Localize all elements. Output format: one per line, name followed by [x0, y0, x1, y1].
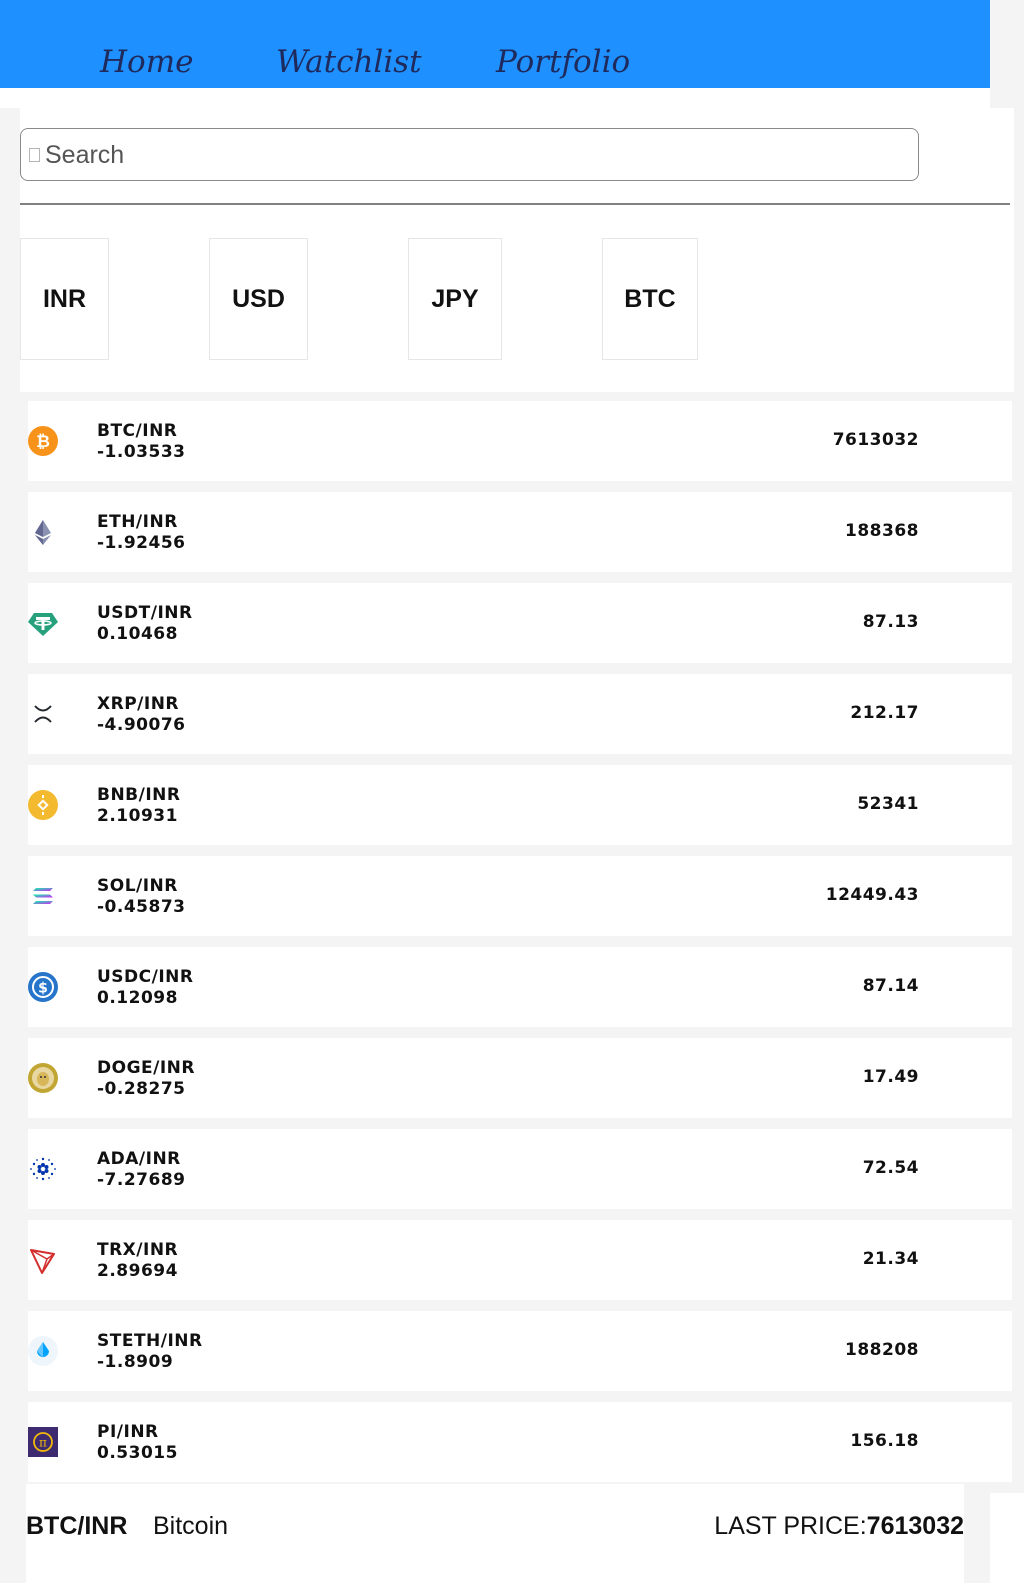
search-input[interactable] [45, 135, 905, 175]
coin-change: 2.89694 [97, 1261, 178, 1281]
coin-price: 87.14 [862, 976, 919, 996]
coin-price: 87.13 [862, 612, 919, 632]
coin-pair: XRP/INR [97, 694, 180, 714]
coin-change: 0.10468 [97, 624, 178, 644]
last-price-label: LAST PRICE: [714, 1512, 867, 1540]
coin-price: 188368 [845, 521, 919, 541]
coin-row-btc[interactable]: ₿ BTC/INR -1.03533 7613032 [28, 401, 1012, 481]
nav-portfolio-link[interactable]: Portfolio [496, 40, 630, 84]
last-price: LAST PRICE:7613032 [714, 1510, 964, 1542]
coin-price: 21.34 [862, 1249, 919, 1269]
usdc-icon: $ [28, 972, 58, 1002]
coin-price: 7613032 [832, 430, 919, 450]
coin-row-ada[interactable]: ADA/INR -7.27689 72.54 [28, 1129, 1012, 1209]
coin-price: 156.18 [850, 1431, 919, 1451]
coin-change: -1.03533 [97, 442, 186, 462]
coin-change: 0.53015 [97, 1443, 178, 1463]
dogecoin-icon [28, 1063, 58, 1093]
coin-row-eth[interactable]: ETH/INR -1.92456 188368 [28, 492, 1012, 572]
coin-pair: USDC/INR [97, 967, 194, 987]
coin-change: -1.8909 [97, 1352, 174, 1372]
tether-icon [28, 608, 58, 638]
coin-change: -0.28275 [97, 1079, 186, 1099]
coin-change: -1.92456 [97, 533, 186, 553]
coin-change: 0.12098 [97, 988, 178, 1008]
coin-pair: TRX/INR [97, 1240, 179, 1260]
coin-row-pi[interactable]: π PI/INR 0.53015 156.18 [28, 1402, 1012, 1482]
nav-home-link[interactable]: Home [100, 40, 193, 84]
coin-pair: PI/INR [97, 1422, 159, 1442]
bitcoin-icon: ₿ [28, 426, 58, 456]
divider [20, 203, 1010, 205]
nav-watchlist-link[interactable]: Watchlist [276, 40, 422, 84]
coin-price: 72.54 [862, 1158, 919, 1178]
last-price-value: 7613032 [866, 1512, 964, 1540]
selected-name: Bitcoin [153, 1512, 229, 1540]
coin-pair: DOGE/INR [97, 1058, 195, 1078]
coin-row-usdc[interactable]: $ USDC/INR 0.12098 87.14 [28, 947, 1012, 1027]
coin-pair: BTC/INR [97, 421, 178, 441]
currency-tab-jpy[interactable]: JPY [408, 238, 502, 360]
search-panel: INR USD JPY BTC [20, 108, 1014, 392]
ethereum-icon [28, 517, 58, 547]
currency-tab-btc[interactable]: BTC [602, 238, 698, 360]
coin-pair: ETH/INR [97, 512, 178, 532]
svg-text:$: $ [38, 981, 48, 997]
solana-icon [28, 881, 58, 911]
coin-pair: ADA/INR [97, 1149, 181, 1169]
coin-pair: USDT/INR [97, 603, 193, 623]
coin-row-bnb[interactable]: BNB/INR 2.10931 52341 [28, 765, 1012, 845]
selected-coin-bar: BTC/INR Bitcoin LAST PRICE:7613032 [26, 1484, 964, 1583]
coin-price: 188208 [845, 1340, 919, 1360]
svg-text:₿: ₿ [36, 432, 50, 452]
coin-price: 52341 [857, 794, 919, 814]
coin-pair: STETH/INR [97, 1331, 203, 1351]
coin-list: ₿ BTC/INR -1.03533 7613032 ETH/INR -1.92… [28, 401, 1012, 1493]
bnb-icon [28, 790, 58, 820]
cardano-icon [28, 1154, 58, 1184]
coin-row-trx[interactable]: TRX/INR 2.89694 21.34 [28, 1220, 1012, 1300]
nav-spacer [0, 88, 990, 108]
top-navbar: Home Watchlist Portfolio [0, 0, 990, 88]
currency-tab-inr[interactable]: INR [20, 238, 109, 360]
selected-pair: BTC/INR [26, 1512, 128, 1540]
steth-icon [28, 1336, 58, 1366]
coin-pair: SOL/INR [97, 876, 178, 896]
svg-text:π: π [39, 1436, 47, 1450]
xrp-icon [28, 699, 58, 729]
currency-tab-usd[interactable]: USD [209, 238, 308, 360]
coin-row-doge[interactable]: DOGE/INR -0.28275 17.49 [28, 1038, 1012, 1118]
coin-price: 17.49 [862, 1067, 919, 1087]
coin-change: -0.45873 [97, 897, 186, 917]
coin-price: 212.17 [850, 703, 919, 723]
tron-icon [28, 1245, 58, 1275]
coin-change: 2.10931 [97, 806, 178, 826]
bottom-strip [990, 1493, 1024, 1583]
coin-change: -4.90076 [97, 715, 186, 735]
coin-row-sol[interactable]: SOL/INR -0.45873 12449.43 [28, 856, 1012, 936]
coin-price: 12449.43 [825, 885, 919, 905]
coin-change: -7.27689 [97, 1170, 186, 1190]
search-icon [29, 148, 40, 162]
coin-row-xrp[interactable]: XRP/INR -4.90076 212.17 [28, 674, 1012, 754]
coin-pair: BNB/INR [97, 785, 181, 805]
pi-network-icon: π [28, 1427, 58, 1457]
coin-row-steth[interactable]: STETH/INR -1.8909 188208 [28, 1311, 1012, 1391]
search-box[interactable] [20, 128, 919, 181]
coin-row-usdt[interactable]: USDT/INR 0.10468 87.13 [28, 583, 1012, 663]
